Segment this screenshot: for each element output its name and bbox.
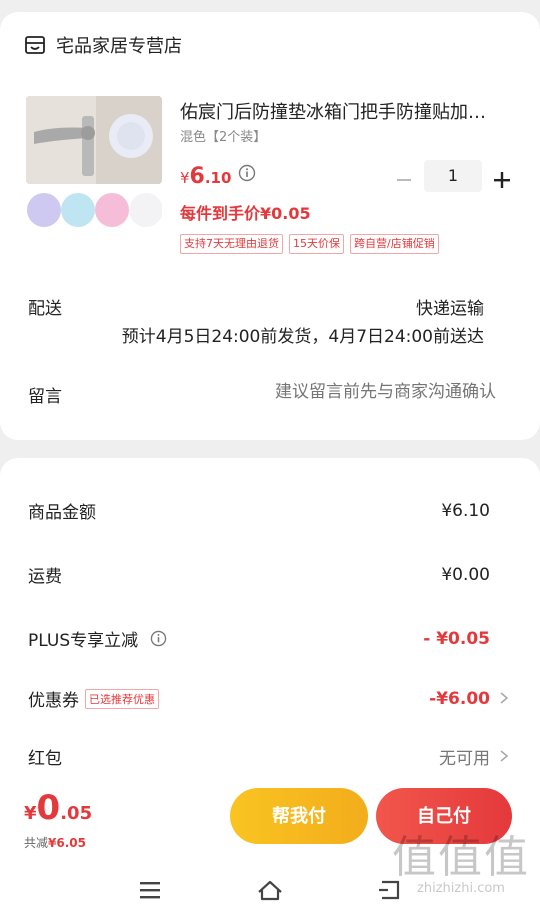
total-saving: 共减¥6.05 — [24, 834, 86, 851]
service-tag: 15天价保 — [289, 234, 344, 254]
summary-row-redpacket[interactable]: 红包 无可用 — [28, 744, 490, 769]
total-currency: ¥ — [24, 803, 37, 824]
watermark: 值值值 zhizhizhi.com — [392, 821, 530, 896]
summary-row-coupon[interactable]: 优惠券 已选推荐优惠 -¥6.00 — [28, 686, 490, 711]
shipping-estimate: 预计4月5日24:00前发货，4月7日24:00前送达 — [121, 327, 484, 347]
price-integer: 6 — [189, 164, 205, 189]
store-name: 宅品家居专营店 — [56, 36, 182, 57]
price-info-icon[interactable] — [238, 164, 256, 182]
summary-value: -¥6.00 — [429, 688, 490, 709]
product-price: ¥ 6 .10 — [180, 164, 231, 189]
shipping-label: 配送 — [28, 299, 62, 319]
product-title[interactable]: 佑宸门后防撞垫冰箱门把手防撞贴加厚静音 — [180, 98, 490, 124]
summary-value: 无可用 — [439, 749, 490, 769]
summary-label-wrap: 优惠券 已选推荐优惠 — [28, 686, 159, 711]
final-price-per-item: 每件到手价¥0.05 — [180, 204, 311, 223]
message-label: 留言 — [28, 387, 62, 407]
summary-value: ¥6.10 — [441, 500, 490, 521]
store-icon — [25, 36, 45, 54]
ask-friend-pay-button[interactable]: 帮我付 — [230, 788, 368, 844]
service-tags: 支持7天无理由退货 15天价保 跨自营/店铺促销 — [180, 234, 439, 254]
chevron-right-icon[interactable] — [498, 749, 510, 763]
total-integer: 0 — [36, 788, 61, 828]
product-variant[interactable]: 混色【2个装】 — [180, 126, 266, 145]
summary-row-plus: PLUS专享立减 - ¥0.05 — [28, 626, 490, 652]
menu-icon[interactable] — [138, 876, 162, 904]
home-icon[interactable] — [256, 876, 284, 904]
summary-label: PLUS专享立减 — [28, 631, 139, 651]
summary-row-goods: 商品金额 ¥6.10 — [28, 498, 490, 524]
order-card: 宅品家居专营店 佑宸门后防撞垫冰箱门把手防撞贴加厚静音 混色【2个装】 ¥ 6 … — [0, 12, 540, 440]
summary-label: 运费 — [28, 567, 62, 587]
price-decimal: .10 — [204, 169, 232, 187]
plus-info-icon[interactable] — [150, 630, 167, 647]
service-tag: 跨自营/店铺促销 — [350, 234, 439, 254]
message-input[interactable] — [216, 382, 496, 402]
quantity-field[interactable]: 1 — [424, 160, 482, 192]
price-summary-card: 商品金额 ¥6.10 运费 ¥0.00 PLUS专享立减 - ¥0.05 优惠券… — [0, 458, 540, 788]
summary-label-wrap: PLUS专享立减 — [28, 626, 167, 651]
chevron-right-icon[interactable] — [498, 691, 510, 705]
summary-row-shipping: 运费 ¥0.00 — [28, 562, 490, 588]
summary-label: 红包 — [28, 749, 62, 769]
service-tag: 支持7天无理由退货 — [180, 234, 283, 254]
decrease-quantity-button[interactable] — [394, 170, 414, 190]
summary-value: ¥0.00 — [441, 564, 490, 585]
increase-quantity-button[interactable] — [492, 170, 512, 190]
store-header[interactable]: 宅品家居专营店 — [24, 32, 182, 58]
price-currency: ¥ — [180, 169, 190, 187]
saving-value: ¥6.05 — [48, 836, 86, 850]
total-decimal: .05 — [60, 803, 93, 824]
saving-label: 共减 — [24, 836, 49, 850]
coupon-badge: 已选推荐优惠 — [85, 688, 159, 709]
total-price: ¥ 0 .05 — [24, 788, 92, 828]
watermark-logo: 值值值 — [392, 832, 530, 883]
summary-value: - ¥0.05 — [423, 628, 490, 649]
shipping-method[interactable]: 快递运输 — [416, 294, 484, 319]
product-color-swatches — [27, 193, 162, 227]
product-image[interactable] — [26, 96, 162, 184]
summary-label: 优惠券 — [28, 691, 79, 711]
summary-label: 商品金额 — [28, 503, 96, 523]
checkout-bar: ¥ 0 .05 共减¥6.05 帮我付 自己付 值值值 zhizhizhi.co… — [0, 788, 540, 916]
